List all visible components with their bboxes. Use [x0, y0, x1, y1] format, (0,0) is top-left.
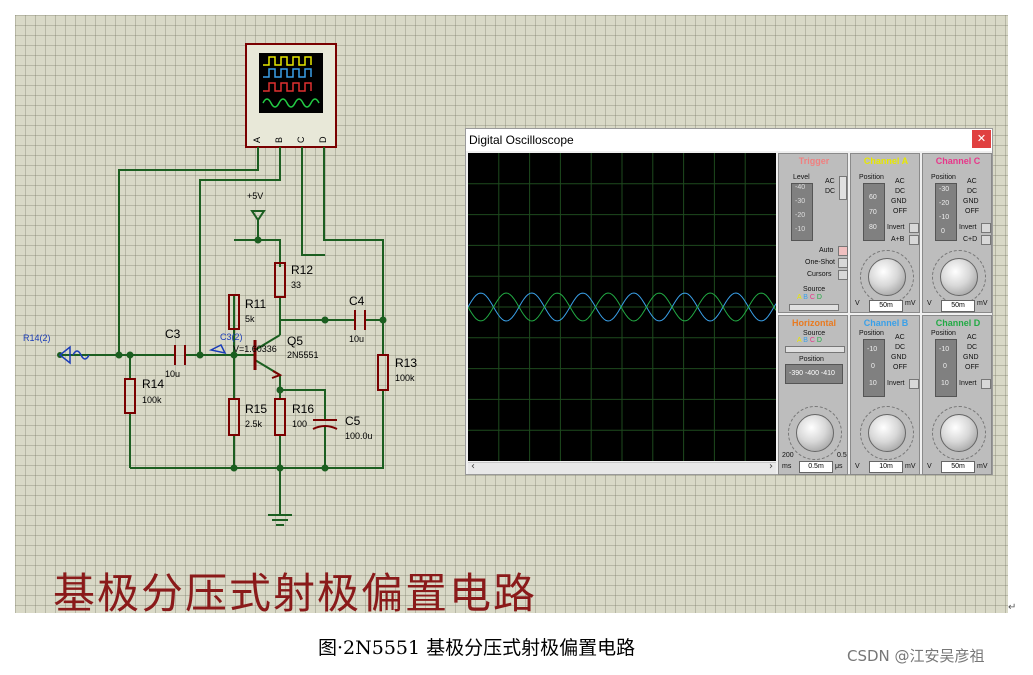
scope-pin-a: A: [252, 137, 262, 143]
horizontal-timebase-value: 0.5m: [799, 461, 833, 473]
trigger-source-options[interactable]: A B C D: [797, 294, 822, 301]
resistor-r15[interactable]: R15 2.5k: [228, 398, 267, 436]
channel-c-sum[interactable]: [981, 235, 991, 245]
channel-b-scale-value: 10m: [869, 461, 903, 473]
channel-c-scale-value: 50m: [941, 300, 975, 312]
horizontal-source-options[interactable]: A B C D: [797, 337, 822, 344]
scroll-right-icon[interactable]: ›: [769, 461, 773, 472]
channel-a-scale-value: 50m: [869, 300, 903, 312]
capacitor-c5[interactable]: C5 100.0u: [312, 414, 373, 441]
figure-caption: 图·2N5551 基极分压式射极偏置电路: [318, 637, 636, 659]
svg-text:R11: R11: [245, 297, 266, 311]
transistor-q5[interactable]: Q5 2N5551: [253, 334, 319, 379]
svg-text:R12: R12: [291, 263, 313, 277]
auto-button[interactable]: [838, 246, 848, 256]
vcc-label: +5V: [247, 191, 263, 201]
channel-b-scale-knob[interactable]: [868, 414, 906, 452]
close-icon[interactable]: ✕: [972, 130, 991, 148]
oscilloscope-screen[interactable]: [468, 153, 776, 461]
scroll-left-icon[interactable]: ‹: [471, 461, 475, 472]
channel-d-panel: Channel D Position -10 0 10 AC DC GND OF…: [922, 315, 992, 475]
channel-d-scale-knob[interactable]: [940, 414, 978, 452]
oscilloscope-title: Digital Oscilloscope: [469, 133, 574, 147]
svg-text:100k: 100k: [142, 395, 162, 405]
ground-symbol: [268, 514, 292, 526]
resistor-r14[interactable]: R14 100k: [124, 377, 164, 414]
scope-symbol[interactable]: A B C D: [245, 43, 337, 155]
channel-c-invert[interactable]: [981, 223, 991, 233]
channel-a-sum[interactable]: [909, 235, 919, 245]
channel-a-scale-knob[interactable]: [868, 258, 906, 296]
generator-terminal[interactable]: R14(2): [23, 333, 90, 365]
r14-2-probe-label: R14(2): [23, 333, 51, 343]
svg-text:5k: 5k: [245, 314, 255, 324]
trigger-title: Trigger: [798, 156, 830, 166]
scope-pin-d: D: [318, 136, 328, 143]
trigger-coupling-slider[interactable]: [839, 176, 847, 200]
svg-text:R14: R14: [142, 377, 164, 391]
schematic-title: 基极分压式射极偏置电路: [53, 569, 538, 613]
channel-d-scale-value: 50m: [941, 461, 975, 473]
resistor-r16[interactable]: R16 100: [274, 398, 314, 436]
svg-text:100k: 100k: [395, 373, 415, 383]
svg-text:C5: C5: [345, 414, 361, 428]
svg-text:2N5551: 2N5551: [287, 350, 319, 360]
trigger-panel: Trigger Level -40 -30 -20 -10 AC DC Auto…: [778, 153, 848, 313]
svg-text:R13: R13: [395, 356, 417, 370]
svg-text:100: 100: [292, 419, 307, 429]
c3-2-probe-label: C3(2): [220, 332, 243, 342]
capacitor-c3[interactable]: C3 10u: [165, 327, 186, 379]
channel-d-invert[interactable]: [981, 379, 991, 389]
svg-text:C3: C3: [165, 327, 181, 341]
channel-c-panel: Channel C Position -30 -20 -10 0 AC DC G…: [922, 153, 992, 313]
channel-c-scale-knob[interactable]: [940, 258, 978, 296]
resistor-r13[interactable]: R13 100k: [377, 354, 417, 391]
horizontal-source-slider[interactable]: [785, 346, 845, 353]
horizontal-scrollbar[interactable]: ‹ ›: [468, 461, 776, 474]
channel-a-panel: Channel A Position 60 70 80 AC DC GND OF…: [850, 153, 920, 313]
channel-b-invert[interactable]: [909, 379, 919, 389]
oscilloscope-titlebar[interactable]: Digital Oscilloscope ✕: [466, 129, 992, 151]
svg-text:10u: 10u: [349, 334, 364, 344]
svg-text:Q5: Q5: [287, 334, 303, 348]
svg-text:10u: 10u: [165, 369, 180, 379]
oscilloscope-controls: Trigger Level -40 -30 -20 -10 AC DC Auto…: [778, 153, 992, 475]
horizontal-timebase-knob[interactable]: [796, 414, 834, 452]
scope-pin-c: C: [296, 136, 306, 143]
oscilloscope-window[interactable]: Digital Oscilloscope ✕ ‹ › Trigger Level…: [465, 128, 993, 475]
one-shot-button[interactable]: [838, 258, 848, 268]
horizontal-panel: Horizontal Source A B C D Position -390 …: [778, 315, 848, 475]
svg-text:R16: R16: [292, 402, 314, 416]
paragraph-mark: ↵: [1008, 602, 1017, 613]
cursors-button[interactable]: [838, 270, 848, 280]
channel-a-invert[interactable]: [909, 223, 919, 233]
c3-2-voltage: V=1.60336: [233, 344, 277, 354]
svg-text:C4: C4: [349, 294, 365, 308]
resistor-r12[interactable]: R12 33: [274, 262, 313, 298]
channel-b-panel: Channel B Position -10 0 10 AC DC GND OF…: [850, 315, 920, 475]
svg-text:33: 33: [291, 280, 301, 290]
trigger-source-slider[interactable]: [789, 304, 839, 311]
svg-text:R15: R15: [245, 402, 267, 416]
watermark: CSDN @江安吴彦祖: [847, 647, 985, 665]
scope-pin-b: B: [274, 137, 284, 143]
svg-text:100.0u: 100.0u: [345, 431, 373, 441]
svg-text:2.5k: 2.5k: [245, 419, 263, 429]
vcc-terminal[interactable]: +5V: [247, 191, 266, 222]
